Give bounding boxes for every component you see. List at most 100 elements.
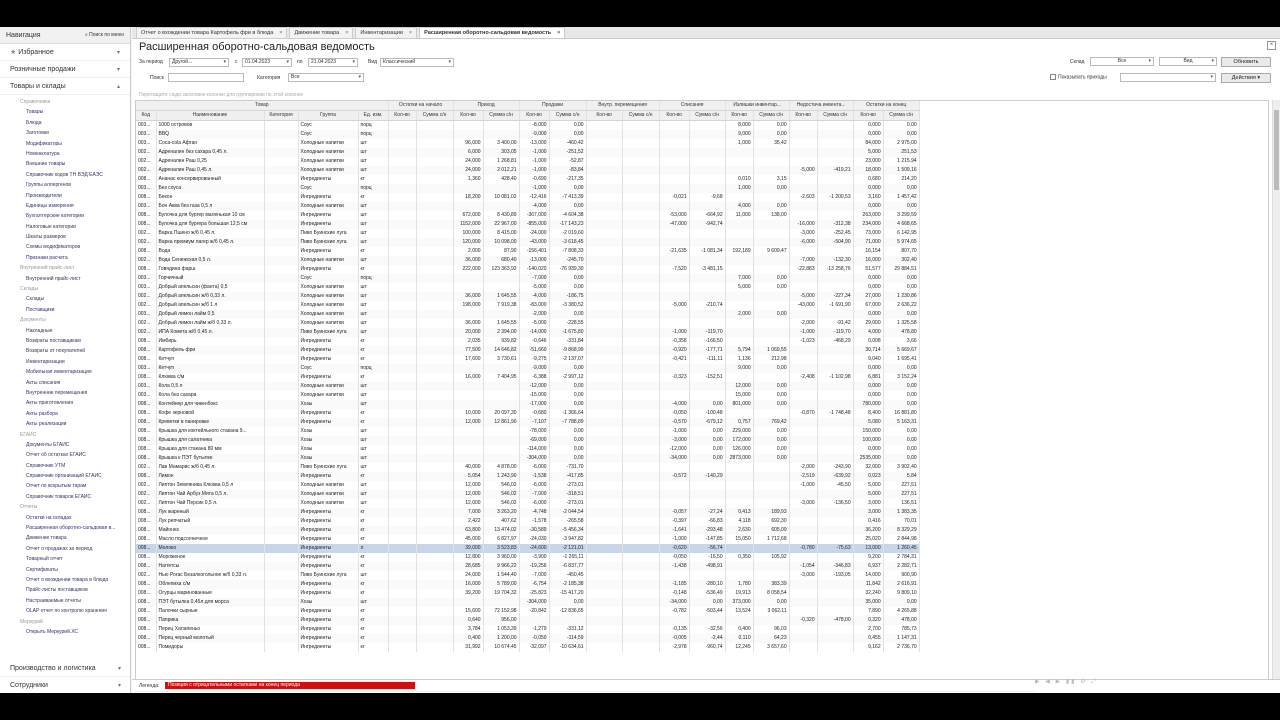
nav-item[interactable]: Товарный отчет xyxy=(0,554,130,564)
report-grid[interactable]: Товар Остатки на начало Приход Продажи Внутр… xyxy=(135,100,1269,681)
nav-item[interactable]: Группы аллергенов xyxy=(0,180,130,190)
column-header[interactable]: Сумма с/н xyxy=(622,110,660,121)
table-row[interactable]: 003... Кетчуп Соус порц -9,000 0,00 9,000 0,00 0… xyxy=(136,364,920,373)
table-row[interactable]: 002... Варка премиум лагер ж/б 0,45 л. Пив… xyxy=(136,238,920,247)
table-row[interactable]: 008... Ананас консервированный Ингредиенты… xyxy=(136,175,920,184)
nav-item[interactable]: Возвраты поставщикам xyxy=(0,336,130,346)
table-row[interactable]: 008... Крышка к ПЭТ бутылке Хозы шт -304,000… xyxy=(136,454,920,463)
nav-item[interactable]: Остатки на складах xyxy=(0,513,130,523)
column-header[interactable]: Кол-во xyxy=(725,110,754,121)
table-row[interactable]: 002... Адреналин Раш 0,45 л. Холодные напи… xyxy=(136,166,920,175)
table-row[interactable]: 008... Крышка для салатника Хозы шт -69,000 0… xyxy=(136,436,920,445)
nav-item[interactable]: Шкалы размеров xyxy=(0,232,130,242)
table-row[interactable]: 002... Добрый лимон лайм ж/б 0,33 л. Холод… xyxy=(136,319,920,328)
income-select[interactable]: ▾ xyxy=(1120,73,1216,82)
nav-item[interactable]: Движение товара xyxy=(0,533,130,543)
column-header[interactable]: Сумма с/н xyxy=(416,110,454,121)
column-header[interactable]: Кол-во xyxy=(519,110,550,121)
nav-item[interactable]: Документы ЕГАИС xyxy=(0,440,130,450)
nav-item[interactable]: Признаки расчета xyxy=(0,253,130,263)
nav-item[interactable]: Справочник кодов ТН ВЭД ЕАЭС xyxy=(0,170,130,180)
nav-section[interactable]: Сотрудники ▾ xyxy=(0,677,130,693)
table-row[interactable]: 008... Креветки в панировке Ингредиенты кг 1… xyxy=(136,418,920,427)
column-header[interactable]: Категория xyxy=(264,110,299,121)
table-row[interactable]: 003... Кола без сахара Холодные напитки шт -… xyxy=(136,391,920,400)
table-row[interactable]: 008... Булочка для бургера большая 12,5 с… xyxy=(136,220,920,229)
column-header[interactable]: Кол-во xyxy=(453,110,484,121)
table-row[interactable]: 008... Паприка Ингредиенты кг 0,640 956,00 -0,… xyxy=(136,616,920,625)
column-header[interactable]: Кол-во xyxy=(659,110,690,121)
type-select[interactable]: Вид ▾ xyxy=(1159,57,1217,66)
nav-section[interactable]: Розничные продажи ▾ xyxy=(0,61,130,78)
table-row[interactable]: 002... Лав Мамарис ж/б 0,45 л. Пиво Буинск… xyxy=(136,463,920,472)
close-icon[interactable]: × xyxy=(345,30,348,36)
nav-item[interactable]: Акты приготовления xyxy=(0,398,130,408)
nav-item[interactable]: Настраиваемые отчеты xyxy=(0,596,130,606)
tab-1[interactable]: Движение товара × xyxy=(289,27,354,38)
close-icon[interactable]: × xyxy=(557,30,560,36)
table-row[interactable]: 002... Варка Пшено ж/б 0,45 л. Пиво Буинск… xyxy=(136,229,920,238)
nav-item[interactable]: Справочник организаций ЕГАИС xyxy=(0,471,130,481)
column-header[interactable]: Ед. изм. xyxy=(358,110,389,121)
table-row[interactable]: 008... Облепиха с/м Ингредиенты кг 16,000 5 7… xyxy=(136,580,920,589)
table-row[interactable]: 002... Добрый апельсин ж/б 0,33 л. Холодны… xyxy=(136,292,920,301)
nav-section[interactable]: ★ Избранное ▾ xyxy=(0,44,130,61)
table-row[interactable]: 008... Кофе зерновой Ингредиенты кг 10,000 20… xyxy=(136,409,920,418)
nav-item[interactable]: Внешние товары xyxy=(0,159,130,169)
table-row[interactable]: 008... Имбирь Ингредиенты кг 2,035 939,82 -0,6… xyxy=(136,337,920,346)
table-row[interactable]: 002... Добрый апельсин ж/б 1 л Холодные на… xyxy=(136,301,920,310)
table-row[interactable]: 003... BBQ Соус порц -9,000 0,00 9,000 0,00 0,00… xyxy=(136,130,920,139)
nav-item[interactable]: Блюда xyxy=(0,118,130,128)
table-row[interactable]: 008... Кетчуп Ингредиенты кг 17,600 3 730,61-… xyxy=(136,355,920,364)
column-header[interactable]: Сумма с/н xyxy=(817,110,854,121)
nav-item[interactable]: Справочник УТМ xyxy=(0,461,130,471)
table-row[interactable]: 008... Лук репчатый Ингредиенты кг 2,422 407,… xyxy=(136,517,920,526)
column-header[interactable]: Наименование xyxy=(156,110,265,121)
table-row[interactable]: 002... Липтон Чай Персик 0,5 л. Холодные н… xyxy=(136,499,920,508)
column-header[interactable]: Сумма с/н xyxy=(753,110,790,121)
table-row[interactable]: 003... Добрый апельсин (фанта) 0,5 Холодны… xyxy=(136,283,920,292)
date-from-field[interactable]: 01.04.2023 ▾ xyxy=(242,58,292,67)
search-input[interactable] xyxy=(168,73,244,82)
column-header[interactable]: Группа xyxy=(298,110,359,121)
nav-item[interactable]: Схемы модификаторов xyxy=(0,242,130,252)
refresh-button[interactable]: Обновить xyxy=(1221,57,1271,67)
column-header[interactable]: Сумма с/н xyxy=(549,110,587,121)
nav-item[interactable]: Налоговые категории xyxy=(0,222,130,232)
column-header[interactable]: Кол-во xyxy=(388,110,417,121)
column-header[interactable]: Сумма с/н xyxy=(483,110,520,121)
nav-item[interactable]: Модификаторы xyxy=(0,139,130,149)
nav-item[interactable]: Бухгалтерские категории xyxy=(0,211,130,221)
nav-item[interactable]: Номенклатура xyxy=(0,149,130,159)
table-row[interactable]: 008... Булочка для бургер маленькая 10 см… xyxy=(136,211,920,220)
nav-item[interactable]: Заготовки xyxy=(0,128,130,138)
warehouse-select[interactable]: Все ▾ xyxy=(1090,57,1154,66)
nav-item[interactable]: Внутренний прайс-лист xyxy=(0,274,130,284)
nav-item[interactable]: Мобильная инвентаризация xyxy=(0,367,130,377)
tab-0[interactable]: Отчет о вхождении товара Картофель фри в… xyxy=(136,27,288,38)
nav-section[interactable]: Производство и логистика ▾ xyxy=(0,660,130,677)
table-row[interactable]: 008... Помидоры Ингредиенты кг 31,992 10 674,… xyxy=(136,643,920,652)
table-row[interactable]: 008... Лимон Ингредиенты кг 5,054 1 243,90 -1,… xyxy=(136,472,920,481)
table-row[interactable]: 008... ПЭТ бутылка 0,45л для морса Хозы шт -… xyxy=(136,598,920,607)
table-row[interactable]: 003... Горчичный Соус порц -7,000 0,00 7,000 0,… xyxy=(136,274,920,283)
nav-item[interactable]: Поставщики xyxy=(0,305,130,315)
table-row[interactable]: 002... Адреналин без сахара 0,45 л. Холодн… xyxy=(136,148,920,157)
column-header[interactable]: Кол-во xyxy=(789,110,818,121)
nav-item[interactable]: Сертификаты xyxy=(0,565,130,575)
table-row[interactable]: 008... Масло подсолнечное Ингредиенты кг 45,… xyxy=(136,535,920,544)
close-icon[interactable]: × xyxy=(409,30,412,36)
table-row[interactable]: 003... Кола 0,5 л Холодные напитки шт -12,00… xyxy=(136,382,920,391)
nav-item[interactable]: Внутренние перемещения xyxy=(0,388,130,398)
table-row[interactable]: 003... Coca-cola Афган Холодные напитки шт 9… xyxy=(136,139,920,148)
table-row[interactable]: 008... Наггетсы Ингредиенты кг 28,685 9 966,2… xyxy=(136,562,920,571)
nav-item[interactable]: Единицы измерения xyxy=(0,201,130,211)
table-row[interactable]: 008... Говядина фарш Ингредиенты кг 222,000 1… xyxy=(136,265,920,274)
tab-2[interactable]: Инвентаризации × xyxy=(355,27,418,38)
table-row[interactable]: 008... Контейнер для чикенбокс Хозы шт -17,0… xyxy=(136,400,920,409)
nav-item[interactable]: Инвентаризации xyxy=(0,357,130,367)
close-icon[interactable]: × xyxy=(279,30,282,36)
table-row[interactable]: 003... Бон Аква без газа 0,5 л Холодные на… xyxy=(136,202,920,211)
table-row[interactable]: 003... Без соуса Соус порц -1,000 0,00 1,000 0,… xyxy=(136,184,920,193)
table-row[interactable]: 008... Крышка для коктейльного стакана 9.… xyxy=(136,427,920,436)
